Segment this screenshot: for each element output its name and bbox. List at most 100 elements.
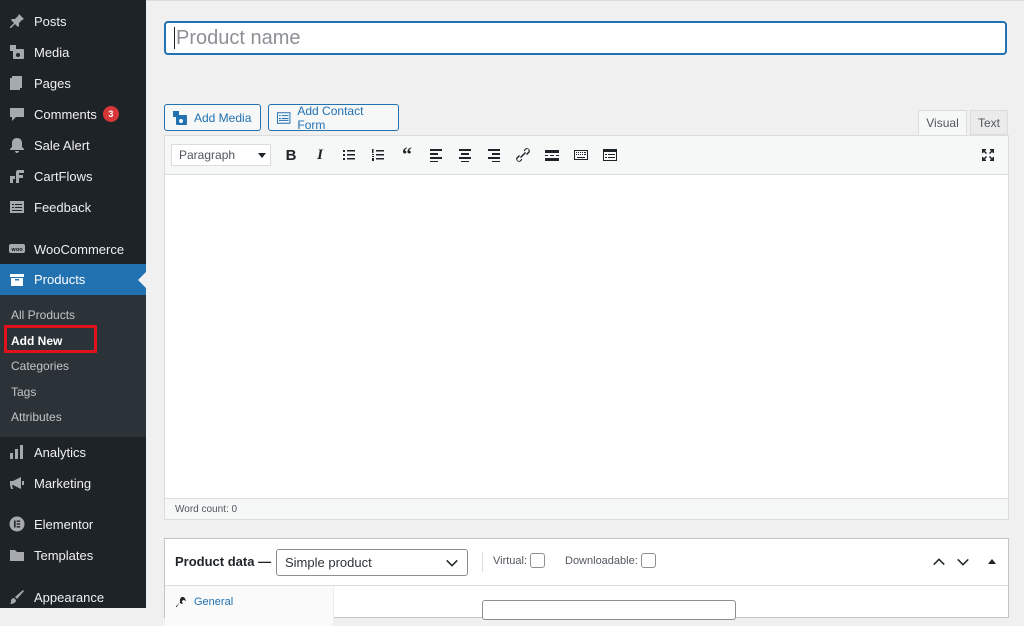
toggle-panel-button[interactable] [983,553,1001,571]
product-name-placeholder: Product name [176,26,301,49]
sidebar-item-feedback[interactable]: Feedback [0,192,146,222]
text-caret [174,27,175,49]
align-right-button[interactable] [484,145,504,165]
align-center-icon [459,149,471,162]
downloadable-label: Downloadable: [565,554,638,567]
products-icon [8,271,26,289]
product-type-value: Simple product [285,555,372,570]
active-pointer [138,272,146,288]
align-center-button[interactable] [455,145,475,165]
align-left-icon [430,149,442,162]
pin-icon [8,12,26,30]
keyboard-icon [574,150,588,160]
format-select[interactable]: Paragraph [171,144,271,166]
read-more-button[interactable] [542,145,562,165]
chevron-down-icon [446,559,458,567]
downloadable-option: Downloadable: [565,553,656,568]
align-right-icon [488,149,500,162]
sidebar-item-products[interactable]: Products [0,264,146,295]
triangle-up-icon [988,559,996,564]
insert-link-button[interactable] [513,145,533,165]
tab-general[interactable]: General [175,596,233,608]
sidebar-item-label: Comments [34,106,97,122]
submenu-categories[interactable]: Categories [11,359,69,373]
feedback-icon [8,198,26,216]
separator [482,552,483,572]
bulleted-list-icon [343,150,355,160]
tab-text[interactable]: Text [970,110,1008,135]
editor-statusbar: Word count: 0 [165,498,1008,519]
virtual-checkbox[interactable] [530,553,546,568]
sidebar-item-cartflows[interactable]: CartFlows [0,161,146,191]
virtual-label: Virtual: [493,554,528,567]
comments-icon [8,105,26,123]
read-more-icon [545,150,559,161]
folder-icon [8,546,26,564]
megaphone-icon [8,474,26,492]
sidebar-item-marketing[interactable]: Marketing [0,468,146,498]
media-icon [173,110,187,125]
word-count: Word count: 0 [175,503,238,515]
submenu-all-products[interactable]: All Products [11,308,75,322]
analytics-icon [8,443,26,461]
product-type-select[interactable]: Simple product [276,549,468,576]
bold-button[interactable]: B [281,145,301,165]
form-icon [603,149,617,161]
sidebar-item-sale-alert[interactable]: Sale Alert [0,130,146,160]
product-data-tabs: General [165,586,334,626]
insert-form-button[interactable] [600,145,620,165]
tab-general-label: General [194,596,234,608]
move-up-button[interactable] [930,553,948,571]
sidebar-item-label: Media [34,44,70,60]
sidebar-item-label: Templates [34,547,94,563]
editor-toolbar: Paragraph B I “ [165,136,1008,175]
numbered-list-button[interactable] [368,145,388,165]
submenu-attributes[interactable]: Attributes [11,410,62,424]
fullscreen-button[interactable] [978,145,998,165]
blockquote-button[interactable]: “ [397,144,417,166]
submenu-tags[interactable]: Tags [11,385,36,399]
products-submenu: All Products Add New Categories Tags Att… [0,295,146,437]
add-contact-form-button[interactable]: Add Contact Form [268,104,399,132]
sidebar-item-label: Appearance [34,589,105,605]
top-divider [146,0,1024,1]
sidebar-item-label: Posts [34,13,67,29]
elementor-icon [8,515,26,533]
sidebar-item-comments[interactable]: Comments 3 [0,99,146,129]
product-data-header: Product data — Simple product Virtual: D… [165,539,1008,586]
sidebar-item-templates[interactable]: Templates [0,540,146,570]
virtual-option: Virtual: [493,553,546,568]
content-editor: Paragraph B I “ Word count: 0 [164,135,1009,520]
chevron-up-icon [933,558,945,566]
sidebar-item-label: Elementor [34,516,94,532]
numbered-list-icon [372,149,384,161]
sidebar-item-analytics[interactable]: Analytics [0,437,146,467]
add-media-button[interactable]: Add Media [164,104,261,131]
sidebar-item-label: Pages [34,75,71,91]
wrench-icon [175,596,186,608]
admin-sidebar: Posts Media Pages Comments 3 Sale Alert … [0,0,146,608]
sidebar-item-label: Marketing [34,475,92,491]
contact-form-icon [276,111,291,124]
format-select-value: Paragraph [179,148,236,162]
downloadable-checkbox[interactable] [640,553,656,568]
product-name-input[interactable]: Product name [164,21,1007,55]
move-down-button[interactable] [954,553,972,571]
sidebar-item-woocommerce[interactable]: woo WooCommerce [0,234,146,264]
italic-button[interactable]: I [310,145,330,165]
product-field-input[interactable] [482,600,736,620]
sidebar-item-posts[interactable]: Posts [0,6,146,36]
sidebar-item-label: Feedback [34,199,92,215]
dropdown-arrow-icon [258,153,266,158]
sidebar-item-pages[interactable]: Pages [0,68,146,98]
link-icon [516,148,530,162]
align-left-button[interactable] [426,145,446,165]
bulleted-list-button[interactable] [339,145,359,165]
cartflows-icon [8,167,26,185]
sidebar-item-elementor[interactable]: Elementor [0,509,146,539]
sidebar-item-label: Sale Alert [34,137,90,153]
svg-text:woo: woo [11,247,23,253]
sidebar-item-media[interactable]: Media [0,37,146,67]
toolbar-toggle-button[interactable] [571,145,591,165]
tab-visual[interactable]: Visual [918,110,967,135]
